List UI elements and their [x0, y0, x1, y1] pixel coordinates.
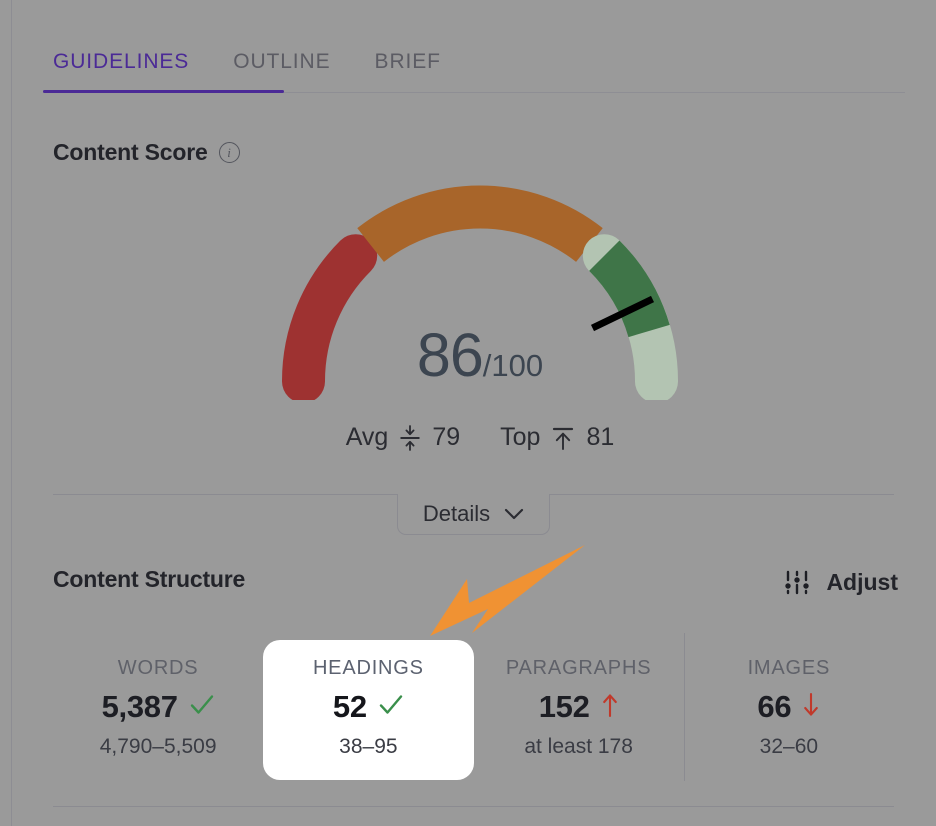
stat-value-row: 5,387 [102, 691, 215, 722]
content-structure-stats: WORDS 5,387 4,790–5,509 HEADINGS 52 38–9… [53, 633, 894, 781]
stat-caption: WORDS [117, 657, 199, 679]
stat-range: at least 178 [524, 735, 633, 758]
arrow-down-icon [802, 692, 820, 722]
sliders-icon [782, 567, 812, 597]
stat-range: 4,790–5,509 [99, 735, 217, 758]
benchmark-top-value: 81 [586, 423, 615, 451]
stat-card-images[interactable]: IMAGES 66 32–60 [683, 633, 894, 781]
gauge-score-readout: 86/100 [270, 325, 690, 386]
stat-range: 32–60 [759, 735, 819, 758]
stat-range: 38–95 [339, 735, 398, 758]
benchmark-avg: Avg 79 [346, 423, 460, 452]
tab-outline[interactable]: OUTLINE [211, 51, 352, 86]
stat-value-row: 66 [757, 691, 820, 722]
stat-value-row: 152 [539, 691, 619, 722]
stat-card-headings[interactable]: HEADINGS 52 38–95 [263, 640, 474, 780]
stat-value: 52 [332, 689, 367, 724]
content-score-header: Content Score i [53, 139, 240, 166]
info-icon[interactable]: i [218, 142, 240, 163]
stat-value: 152 [538, 689, 590, 724]
stat-caption: PARAGRAPHS [505, 657, 652, 679]
tab-guidelines[interactable]: GUIDELINES [43, 51, 211, 86]
check-icon [189, 693, 215, 721]
stat-caption: IMAGES [747, 657, 831, 679]
gauge-benchmarks: Avg 79 Top 81 [270, 423, 690, 452]
stat-card-paragraphs[interactable]: PARAGRAPHS 152 at least 178 [474, 640, 684, 780]
content-structure-header: Content Structure [53, 566, 245, 593]
adjust-label: Adjust [826, 568, 898, 595]
details-toggle-button[interactable]: Details [397, 494, 550, 535]
tab-brief[interactable]: BRIEF [353, 51, 463, 86]
stat-value: 5,387 [101, 689, 178, 724]
collapse-vertical-icon [399, 424, 421, 451]
benchmark-top-label: Top [500, 423, 541, 451]
content-structure-title: Content Structure [53, 566, 246, 592]
arrow-up-icon [601, 692, 619, 722]
chevron-down-icon [504, 508, 524, 521]
tab-bar: GUIDELINES OUTLINE BRIEF [43, 24, 905, 96]
benchmark-top: Top 81 [500, 423, 614, 452]
benchmark-avg-label: Avg [345, 423, 389, 451]
section-divider-bottom [53, 806, 894, 807]
stat-value-row: 52 [333, 691, 404, 722]
content-score-title: Content Score [53, 139, 208, 165]
details-label: Details [422, 501, 491, 526]
guidelines-panel: GUIDELINES OUTLINE BRIEF Content Score i… [11, 0, 936, 826]
tab-list: GUIDELINES OUTLINE BRIEF [43, 24, 905, 86]
gauge-score-value: 86 [416, 321, 484, 389]
stat-card-words[interactable]: WORDS 5,387 4,790–5,509 [53, 640, 263, 780]
tab-active-indicator [43, 90, 284, 93]
gauge-segment-medium [357, 185, 603, 263]
benchmark-avg-value: 79 [432, 423, 461, 451]
check-icon [378, 693, 404, 721]
stat-value: 66 [757, 689, 792, 724]
gauge-score-max: /100 [482, 348, 544, 383]
adjust-button[interactable]: Adjust [782, 567, 898, 597]
arrow-up-to-line-icon [551, 425, 575, 451]
stat-caption: HEADINGS [312, 657, 424, 679]
